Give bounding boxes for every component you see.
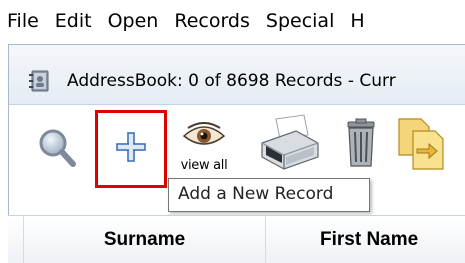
menu-open[interactable]: Open xyxy=(100,10,167,32)
menu-edit[interactable]: Edit xyxy=(47,10,100,32)
printer-icon xyxy=(256,113,322,177)
column-header-surname[interactable]: Surname xyxy=(24,216,266,263)
menu-special[interactable]: Special xyxy=(258,10,342,32)
delete-button[interactable] xyxy=(337,113,385,177)
row-selector-header xyxy=(8,216,24,263)
plus-icon xyxy=(115,131,147,167)
window-title: AddressBook: 0 of 8698 Records - Curr xyxy=(67,71,396,91)
documents-icon xyxy=(395,115,451,177)
column-header-first-name[interactable]: First Name xyxy=(266,216,465,263)
menu-help[interactable]: H xyxy=(342,10,372,32)
add-record-button[interactable] xyxy=(95,110,167,188)
export-button[interactable] xyxy=(393,115,453,177)
menu-records[interactable]: Records xyxy=(166,10,258,32)
view-all-label: view all xyxy=(180,157,228,173)
print-button[interactable] xyxy=(253,113,325,177)
eye-icon xyxy=(182,121,226,154)
add-record-tooltip: Add a New Record xyxy=(168,178,370,212)
records-table-header: Surname First Name xyxy=(8,215,465,263)
view-all-button[interactable]: view all xyxy=(169,117,239,177)
addressbook-app-icon xyxy=(27,69,51,93)
trash-icon xyxy=(344,118,378,172)
menu-file[interactable]: File xyxy=(0,10,47,32)
window-titlebar: AddressBook: 0 of 8698 Records - Curr xyxy=(9,45,465,105)
search-button[interactable] xyxy=(37,129,77,171)
magnifier-icon xyxy=(37,127,77,173)
menu-bar: File Edit Open Records Special H xyxy=(0,0,465,42)
